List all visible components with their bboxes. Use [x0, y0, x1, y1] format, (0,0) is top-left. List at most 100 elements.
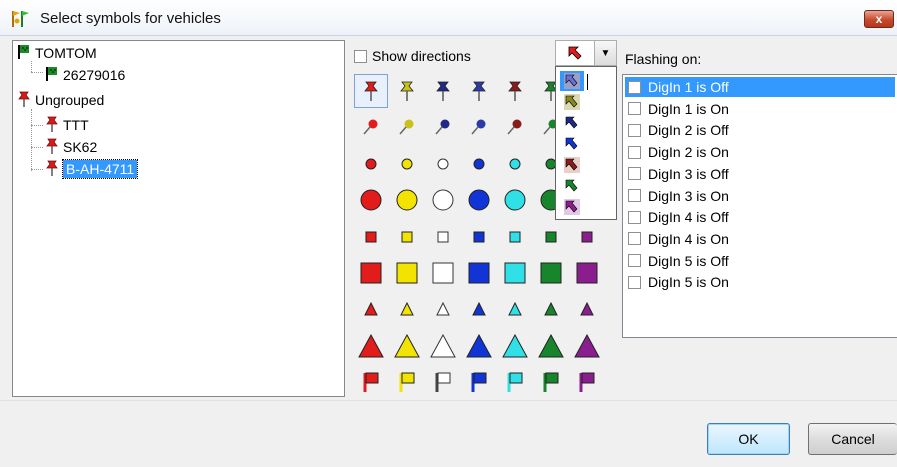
large-square-symbol-2[interactable] — [390, 256, 424, 290]
direction-arrow-option[interactable] — [560, 71, 584, 91]
show-directions-checkbox[interactable]: Show directions — [354, 48, 471, 64]
large-square-symbol-4[interactable] — [462, 256, 496, 290]
flashing-item[interactable]: DigIn 3 is Off — [628, 164, 731, 184]
small-square-symbol-5[interactable] — [498, 220, 532, 254]
flashing-checkbox[interactable] — [628, 123, 641, 137]
flag-symbol-6[interactable] — [534, 365, 568, 399]
large-circle-symbol-1[interactable] — [354, 183, 388, 217]
small-circle-symbol-1[interactable] — [354, 147, 388, 181]
large-circle-symbol-3[interactable] — [426, 183, 460, 217]
tree-node-tomtom[interactable]: TOMTOM — [17, 43, 97, 63]
vehicle-tree[interactable]: TOMTOM 26279016 Ungrouped TTT SK62 B-AH-… — [12, 40, 345, 397]
cancel-button[interactable]: Cancel — [808, 423, 897, 455]
flashing-item[interactable]: DigIn 4 is Off — [628, 207, 731, 227]
direction-arrow-option[interactable] — [560, 197, 584, 217]
flashing-list[interactable]: DigIn 1 is Off DigIn 1 is On DigIn 2 is Of… — [622, 74, 897, 338]
large-triangle-symbol-2[interactable] — [390, 329, 424, 363]
small-circle-symbol-3[interactable] — [426, 147, 460, 181]
pushpin-symbol-3[interactable] — [426, 74, 460, 108]
tree-node-b-ah-4711[interactable]: B-AH-4711 — [45, 159, 139, 179]
needle-pin-symbol-5[interactable] — [498, 110, 532, 144]
needle-pin-symbol-3[interactable] — [426, 110, 460, 144]
flag-symbol-1[interactable] — [354, 365, 388, 399]
flashing-checkbox[interactable] — [628, 232, 641, 246]
small-circle-symbol-2[interactable] — [390, 147, 424, 181]
ok-button[interactable]: OK — [707, 423, 790, 455]
small-triangle-symbol-7[interactable] — [570, 292, 604, 326]
close-button[interactable]: x — [864, 10, 894, 28]
pushpin-symbol-1[interactable] — [354, 74, 388, 108]
large-triangle-symbol-6[interactable] — [534, 329, 568, 363]
direction-arrow-option[interactable] — [560, 92, 584, 112]
flashing-checkbox[interactable] — [628, 275, 641, 289]
flashing-item[interactable]: DigIn 2 is On — [628, 142, 731, 162]
chevron-down-icon[interactable]: ▼ — [594, 41, 616, 65]
small-square-symbol-7[interactable] — [570, 220, 604, 254]
tree-node-26279016[interactable]: 26279016 — [45, 65, 125, 85]
tree-node-label: TTT — [63, 117, 89, 133]
pushpin-symbol-4[interactable] — [462, 74, 496, 108]
flashing-checkbox[interactable] — [628, 145, 641, 159]
flashing-item[interactable]: DigIn 3 is On — [628, 186, 731, 206]
flashing-item[interactable]: DigIn 1 is On — [628, 99, 731, 119]
small-square-symbol-3[interactable] — [426, 220, 460, 254]
tree-node-ttt[interactable]: TTT — [45, 115, 89, 135]
flashing-item[interactable]: DigIn 2 is Off — [628, 120, 731, 140]
small-triangle-symbol-2[interactable] — [390, 292, 424, 326]
direction-arrow-list[interactable] — [555, 66, 617, 220]
flashing-checkbox[interactable] — [628, 102, 641, 116]
large-triangle-symbol-4[interactable] — [462, 329, 496, 363]
large-square-symbol-6[interactable] — [534, 256, 568, 290]
flag-symbol-2[interactable] — [390, 365, 424, 399]
flashing-checkbox[interactable] — [628, 167, 641, 181]
flashing-checkbox[interactable] — [628, 80, 641, 94]
flag-symbol-3[interactable] — [426, 365, 460, 399]
direction-arrow-option[interactable] — [560, 134, 584, 154]
needle-pin-symbol-2[interactable] — [390, 110, 424, 144]
small-circle-symbol-4[interactable] — [462, 147, 496, 181]
small-square-symbol-4[interactable] — [462, 220, 496, 254]
flashing-item[interactable]: DigIn 5 is On — [628, 272, 731, 292]
direction-arrow-option[interactable] — [560, 176, 584, 196]
large-circle-symbol-4[interactable] — [462, 183, 496, 217]
tree-node-ungrouped[interactable]: Ungrouped — [17, 90, 104, 110]
small-triangle-symbol-6[interactable] — [534, 292, 568, 326]
pushpin-symbol-5[interactable] — [498, 74, 532, 108]
flag-symbol-7[interactable] — [570, 365, 604, 399]
direction-arrow-select[interactable]: ▼ — [555, 40, 617, 66]
flag-symbol-4[interactable] — [462, 365, 496, 399]
flashing-checkbox[interactable] — [628, 189, 641, 202]
needle-pin-symbol-4[interactable] — [462, 110, 496, 144]
large-square-symbol-7[interactable] — [570, 256, 604, 290]
small-circle-symbol-5[interactable] — [498, 147, 532, 181]
large-triangle-symbol-5[interactable] — [498, 329, 532, 363]
large-circle-symbol-2[interactable] — [390, 183, 424, 217]
title-bar: Select symbols for vehicles x — [0, 0, 897, 36]
flashing-checkbox[interactable] — [628, 210, 641, 224]
direction-arrow-option[interactable] — [560, 155, 584, 175]
tree-node-sk62[interactable]: SK62 — [45, 137, 97, 157]
large-triangle-symbol-7[interactable] — [570, 329, 604, 363]
large-triangle-symbol-3[interactable] — [426, 329, 460, 363]
small-square-symbol-2[interactable] — [390, 220, 424, 254]
small-triangle-symbol-3[interactable] — [426, 292, 460, 326]
small-triangle-symbol-4[interactable] — [462, 292, 496, 326]
flashing-item[interactable]: DigIn 5 is Off — [628, 251, 731, 271]
small-triangle-symbol-1[interactable] — [354, 292, 388, 326]
flag-symbol-5[interactable] — [498, 365, 532, 399]
large-circle-symbol-5[interactable] — [498, 183, 532, 217]
flashing-item[interactable]: DigIn 1 is Off — [625, 77, 895, 97]
checkbox-box[interactable] — [354, 49, 367, 63]
large-square-symbol-3[interactable] — [426, 256, 460, 290]
direction-arrow-option[interactable] — [560, 113, 584, 133]
pushpin-symbol-2[interactable] — [390, 74, 424, 108]
flashing-item[interactable]: DigIn 4 is On — [628, 229, 731, 249]
small-square-symbol-1[interactable] — [354, 220, 388, 254]
large-square-symbol-1[interactable] — [354, 256, 388, 290]
small-triangle-symbol-5[interactable] — [498, 292, 532, 326]
large-triangle-symbol-1[interactable] — [354, 329, 388, 363]
needle-pin-symbol-1[interactable] — [354, 110, 388, 144]
large-square-symbol-5[interactable] — [498, 256, 532, 290]
flashing-checkbox[interactable] — [628, 254, 641, 268]
small-square-symbol-6[interactable] — [534, 220, 568, 254]
